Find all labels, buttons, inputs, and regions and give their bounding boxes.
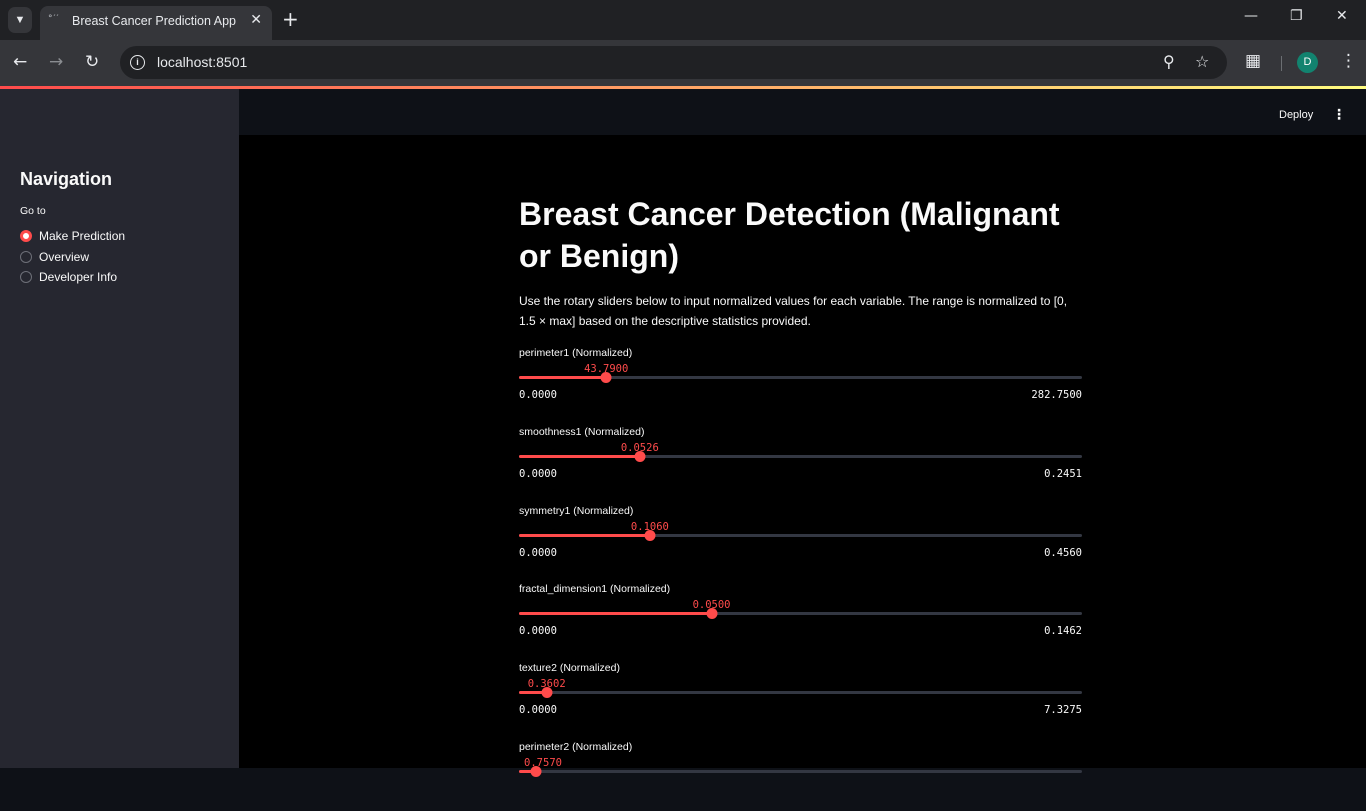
radio-group-label: Go to bbox=[20, 205, 46, 217]
sidebar-title: Navigation bbox=[20, 169, 113, 189]
new-tab-icon[interactable]: + bbox=[282, 8, 299, 30]
normalized-slider[interactable]: fractal_dimension1 (Normalized) 0.0500 0.0… bbox=[519, 583, 1082, 653]
url-text[interactable]: localhost:8501 bbox=[157, 54, 247, 70]
slider-max-value: 0.2451 bbox=[1044, 467, 1082, 480]
slider-thumb[interactable] bbox=[634, 450, 646, 462]
main-content: Breast Cancer Detection (Malignant or Be… bbox=[239, 135, 1366, 777]
streamlit-favicon-icon: °′′ bbox=[48, 14, 60, 24]
slider-thumb[interactable] bbox=[706, 608, 718, 620]
nav-option-label[interactable]: Developer Info bbox=[39, 270, 117, 284]
nav-option-label[interactable]: Make Prediction bbox=[39, 229, 125, 243]
tab-title: Breast Cancer Prediction App bbox=[72, 14, 236, 28]
slider-max-value: 7.3275 bbox=[1044, 704, 1082, 717]
browser-tab[interactable]: °′′ Breast Cancer Prediction App ✕ bbox=[40, 6, 272, 40]
slider-track[interactable] bbox=[519, 529, 1082, 541]
radio-button[interactable] bbox=[20, 230, 32, 242]
extensions-icon[interactable]: ▦ bbox=[1245, 51, 1261, 71]
slider-label: symmetry1 (Normalized) bbox=[519, 504, 634, 517]
slider-track[interactable] bbox=[519, 608, 1082, 620]
slider-max-value: 0.1462 bbox=[1044, 625, 1082, 638]
normalized-slider[interactable]: symmetry1 (Normalized) 0.1060 0.0000 0.4560 bbox=[519, 505, 1082, 575]
close-tab-icon[interactable]: ✕ bbox=[250, 12, 262, 28]
slider-label: smoothness1 (Normalized) bbox=[519, 425, 645, 438]
slider-min-value: 0.0000 bbox=[519, 546, 557, 559]
radio-button[interactable] bbox=[20, 271, 32, 283]
normalized-slider[interactable]: texture2 (Normalized) 0.3602 0.0000 7.3275 bbox=[519, 662, 1082, 732]
browser-toolbar: ← → ↻ i localhost:8501 ⚲ ☆ ▦ D ⋮ bbox=[0, 40, 1366, 86]
page-title: Breast Cancer Detection (Malignant or Be… bbox=[519, 196, 1060, 274]
slider-max-value: 0.4560 bbox=[1044, 546, 1082, 559]
slider-label: perimeter2 (Normalized) bbox=[519, 741, 633, 753]
slider-fill bbox=[519, 454, 640, 458]
site-info-icon[interactable]: i bbox=[130, 55, 145, 70]
slider-current-value: 0.7570 bbox=[524, 757, 562, 769]
slider-min-value: 0.0000 bbox=[519, 467, 557, 480]
forward-arrow-icon[interactable]: → bbox=[49, 52, 63, 72]
deploy-button[interactable]: Deploy bbox=[1279, 109, 1313, 121]
slider-fill bbox=[519, 612, 712, 616]
slider-thumb[interactable] bbox=[644, 529, 656, 541]
slider-min-value: 0.0000 bbox=[519, 389, 557, 401]
zoom-icon[interactable]: ⚲ bbox=[1163, 52, 1175, 71]
slider-min-value: 0.0000 bbox=[519, 704, 557, 717]
normalized-slider[interactable]: smoothness1 (Normalized) 0.0526 0.0000 0.24… bbox=[519, 426, 1082, 496]
close-window-icon[interactable]: ✕ bbox=[1336, 8, 1348, 24]
minimize-window-icon[interactable]: — bbox=[1244, 8, 1258, 24]
slider-label: fractal_dimension1 (Normalized) bbox=[519, 583, 671, 596]
normalized-slider[interactable]: perimeter2 (Normalized) 0.7570 bbox=[519, 741, 1082, 811]
browser-menu-icon[interactable]: ⋮ bbox=[1340, 51, 1357, 71]
slider-min-value: 0.0000 bbox=[519, 625, 557, 638]
nav-option-label[interactable]: Overview bbox=[39, 250, 89, 264]
toolbar-divider bbox=[1281, 56, 1282, 71]
bookmark-star-icon[interactable]: ☆ bbox=[1195, 52, 1209, 71]
slider-track[interactable] bbox=[519, 372, 1082, 383]
nav-option[interactable]: Developer Info bbox=[20, 268, 117, 286]
reload-icon[interactable]: ↻ bbox=[85, 52, 99, 72]
main-menu-icon[interactable]: ⋮ bbox=[1332, 107, 1346, 123]
nav-option[interactable]: Make Prediction bbox=[20, 227, 125, 245]
back-arrow-icon[interactable]: ← bbox=[13, 52, 27, 72]
slider-track[interactable] bbox=[519, 450, 1082, 462]
slider-fill bbox=[519, 376, 607, 379]
normalized-slider[interactable]: perimeter1 (Normalized) 43.7900 0.0000 282.… bbox=[519, 347, 1082, 417]
tab-search-button[interactable]: ▼ bbox=[8, 7, 32, 33]
slider-track[interactable] bbox=[519, 766, 1082, 777]
slider-fill bbox=[519, 533, 650, 537]
radio-button[interactable] bbox=[20, 250, 32, 263]
sidebar: Navigation Go to Make Prediction Overview… bbox=[0, 89, 239, 768]
intro-text: Use the rotary sliders below to input no… bbox=[519, 294, 1068, 328]
restore-window-icon[interactable]: ❐ bbox=[1290, 8, 1303, 24]
slider-thumb[interactable] bbox=[541, 687, 553, 699]
slider-label: perimeter1 (Normalized) bbox=[519, 347, 633, 359]
slider-max-value: 282.7500 bbox=[1031, 389, 1082, 401]
address-bar[interactable]: i localhost:8501 ⚲ ☆ bbox=[120, 46, 1227, 79]
nav-option[interactable]: Overview bbox=[20, 248, 89, 266]
browser-tab-bar: ▼ °′′ Breast Cancer Prediction App ✕ + —… bbox=[0, 0, 1366, 40]
slider-thumb[interactable] bbox=[600, 372, 612, 383]
slider-label: texture2 (Normalized) bbox=[519, 662, 620, 675]
slider-track[interactable] bbox=[519, 687, 1082, 699]
profile-avatar[interactable]: D bbox=[1297, 52, 1318, 73]
app-header: Deploy ⋮ bbox=[239, 89, 1366, 135]
